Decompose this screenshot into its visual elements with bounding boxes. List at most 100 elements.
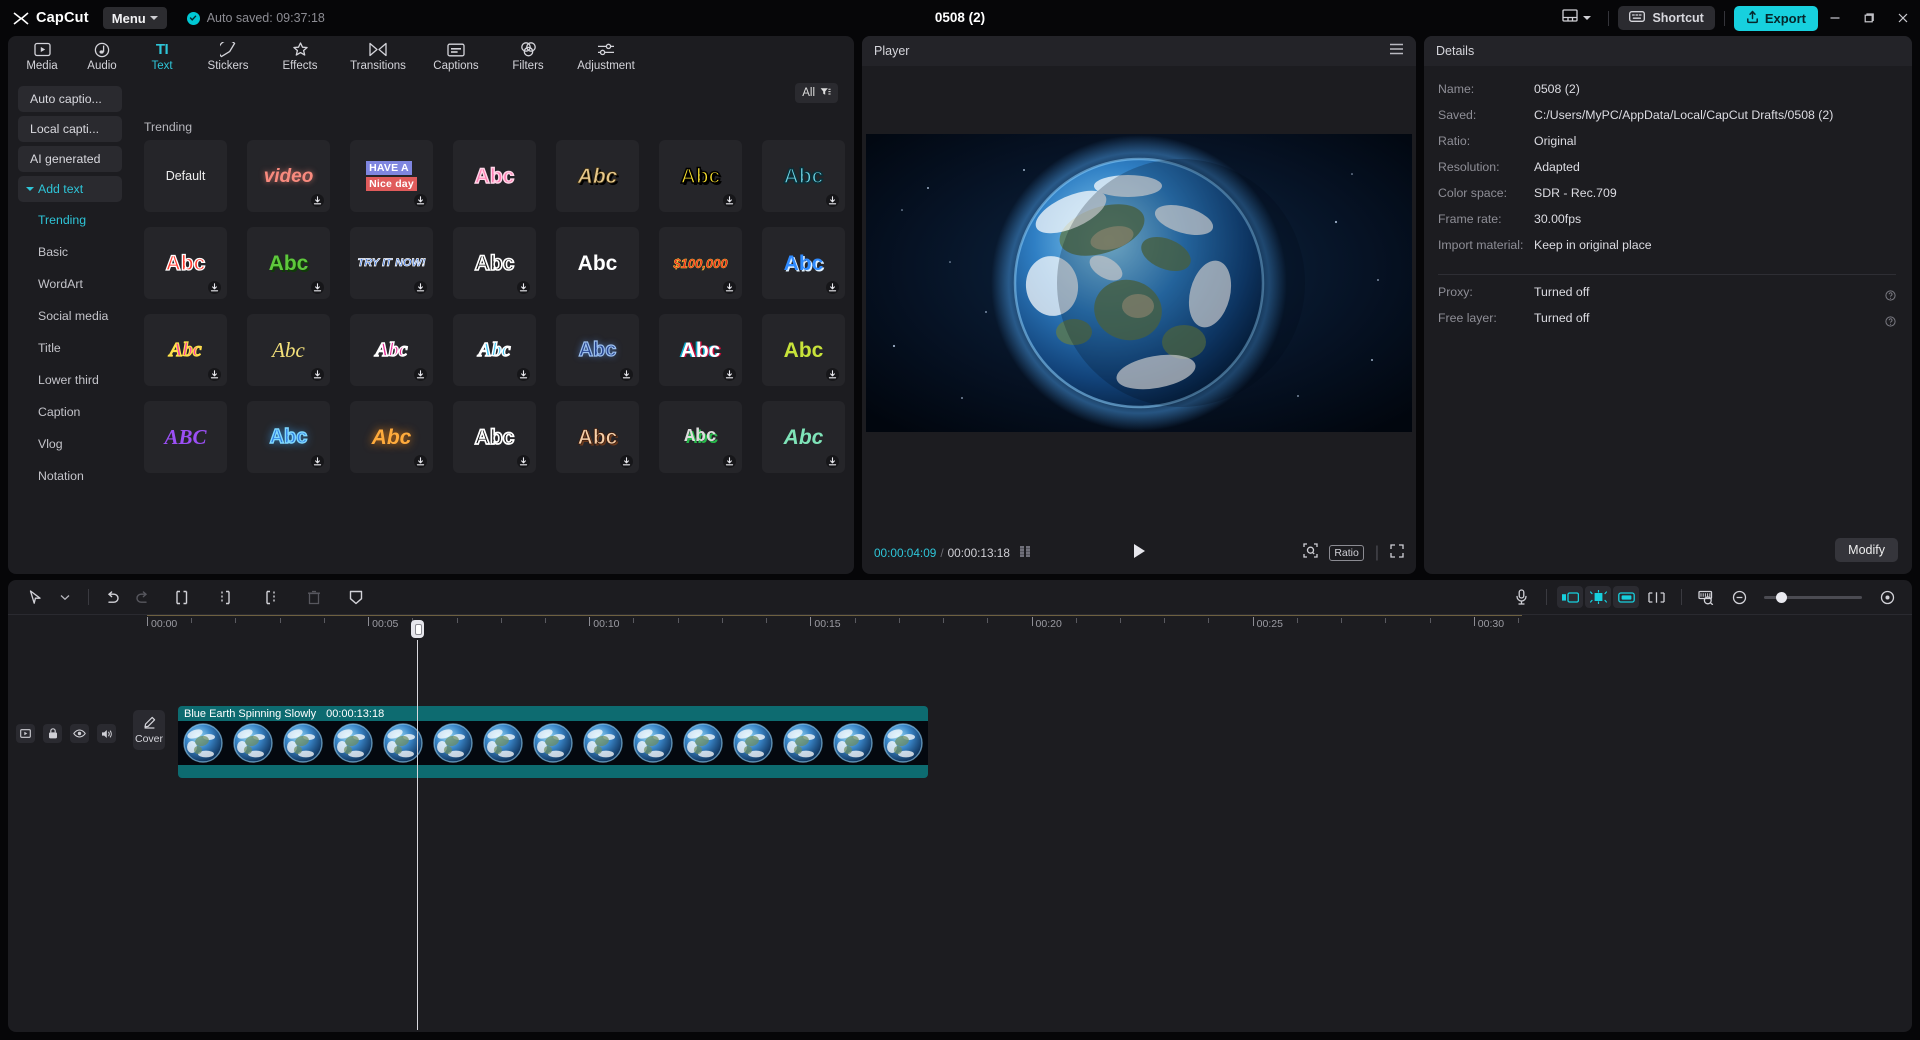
text-template-cell[interactable]: Abc bbox=[350, 314, 433, 386]
text-template-cell[interactable]: Abc bbox=[247, 314, 330, 386]
adjust-gap-button[interactable] bbox=[1641, 584, 1671, 610]
download-icon[interactable] bbox=[414, 455, 427, 468]
fullscreen-icon[interactable] bbox=[1390, 543, 1404, 563]
export-button[interactable]: Export bbox=[1733, 5, 1818, 31]
play-button[interactable] bbox=[1132, 543, 1146, 564]
track-type-icon[interactable] bbox=[16, 724, 35, 743]
text-template-cell[interactable]: Abc bbox=[762, 140, 845, 212]
download-icon[interactable] bbox=[311, 194, 324, 207]
record-voiceover-button[interactable] bbox=[1506, 584, 1536, 610]
sidebar-item-caption[interactable]: Caption bbox=[18, 398, 122, 426]
tab-audio[interactable]: Audio bbox=[72, 40, 132, 72]
menu-button[interactable]: Menu bbox=[102, 7, 167, 29]
text-template-cell[interactable]: ABC bbox=[144, 401, 227, 473]
text-template-cell[interactable]: Abc bbox=[350, 401, 433, 473]
text-template-cell[interactable]: Abc bbox=[556, 401, 639, 473]
download-icon[interactable] bbox=[723, 455, 736, 468]
download-icon[interactable] bbox=[723, 368, 736, 381]
sidebar-button-ai-generated[interactable]: AI generated bbox=[18, 146, 122, 172]
download-icon[interactable] bbox=[723, 194, 736, 207]
snap-left-button[interactable] bbox=[1557, 586, 1583, 608]
text-template-cell[interactable]: Abc bbox=[144, 314, 227, 386]
crop-icon[interactable] bbox=[1303, 543, 1318, 563]
layout-button[interactable] bbox=[1554, 9, 1599, 27]
playhead[interactable] bbox=[417, 640, 418, 1030]
text-template-cell[interactable]: Abc bbox=[659, 401, 742, 473]
text-template-cell[interactable]: Default bbox=[144, 140, 227, 212]
download-icon[interactable] bbox=[517, 455, 530, 468]
zoom-slider[interactable] bbox=[1764, 591, 1862, 603]
download-icon[interactable] bbox=[517, 368, 530, 381]
sidebar-item-wordart[interactable]: WordArt bbox=[18, 270, 122, 298]
lock-icon[interactable] bbox=[43, 724, 62, 743]
help-icon[interactable] bbox=[1885, 288, 1896, 306]
text-template-cell[interactable]: TRY IT NOW! bbox=[350, 227, 433, 299]
text-template-cell[interactable]: Abc bbox=[762, 314, 845, 386]
sidebar-item-trending[interactable]: Trending bbox=[18, 206, 122, 234]
download-icon[interactable] bbox=[826, 455, 839, 468]
text-template-cell[interactable]: Abc bbox=[247, 401, 330, 473]
tab-stickers[interactable]: Stickers bbox=[192, 40, 264, 72]
trim-left-button[interactable] bbox=[211, 584, 241, 610]
download-icon[interactable] bbox=[723, 281, 736, 294]
text-template-cell[interactable]: Abc bbox=[453, 140, 536, 212]
text-template-cell[interactable]: Abc bbox=[762, 401, 845, 473]
cover-button[interactable]: Cover bbox=[133, 710, 165, 750]
ratio-button[interactable]: Ratio bbox=[1329, 545, 1364, 561]
magnet-snap-button[interactable] bbox=[1585, 586, 1611, 608]
minimize-button[interactable] bbox=[1818, 0, 1852, 36]
download-icon[interactable] bbox=[620, 368, 633, 381]
download-icon[interactable] bbox=[517, 281, 530, 294]
tab-transitions[interactable]: Transitions bbox=[336, 40, 420, 72]
tab-filters[interactable]: Filters bbox=[492, 40, 564, 72]
timeline-clip[interactable]: Blue Earth Spinning Slowly 00:00:13:18 bbox=[178, 706, 928, 778]
sidebar-item-lower-third[interactable]: Lower third bbox=[18, 366, 122, 394]
sidebar-button-local-capti[interactable]: Local capti... bbox=[18, 116, 122, 142]
text-template-cell[interactable]: Abc bbox=[762, 227, 845, 299]
tab-text[interactable]: TI Text bbox=[132, 40, 192, 72]
sidebar-item-basic[interactable]: Basic bbox=[18, 238, 122, 266]
tab-effects[interactable]: Effects bbox=[264, 40, 336, 72]
text-template-cell[interactable]: Abc bbox=[556, 314, 639, 386]
sidebar-item-vlog[interactable]: Vlog bbox=[18, 430, 122, 458]
text-template-cell[interactable]: HAVE A Nice day bbox=[350, 140, 433, 212]
download-icon[interactable] bbox=[620, 455, 633, 468]
timeline-ruler[interactable]: 00:00 00:05 00:10 00:15 00:20 00:25 00:30 bbox=[8, 614, 1912, 640]
frames-icon[interactable] bbox=[1019, 544, 1036, 562]
playhead-handle[interactable] bbox=[411, 620, 424, 638]
sidebar-button-auto-captio[interactable]: Auto captio... bbox=[18, 86, 122, 112]
preview-thumbnails-button[interactable] bbox=[1692, 584, 1722, 610]
text-template-cell[interactable]: Abc bbox=[247, 227, 330, 299]
download-icon[interactable] bbox=[311, 281, 324, 294]
text-template-cell[interactable]: Abc bbox=[659, 140, 742, 212]
shortcut-button[interactable]: Shortcut bbox=[1618, 6, 1715, 30]
zoom-slider-knob[interactable] bbox=[1776, 591, 1787, 603]
text-template-cell[interactable]: video bbox=[247, 140, 330, 212]
download-icon[interactable] bbox=[826, 194, 839, 207]
text-template-cell[interactable]: Abc bbox=[453, 401, 536, 473]
trim-right-button[interactable] bbox=[255, 584, 285, 610]
fit-timeline-button[interactable] bbox=[1872, 584, 1902, 610]
select-tool-dropdown[interactable] bbox=[50, 584, 80, 610]
hamburger-icon[interactable] bbox=[1389, 42, 1404, 60]
tab-media[interactable]: Media bbox=[12, 40, 72, 72]
text-template-cell[interactable]: Abc bbox=[453, 314, 536, 386]
maximize-button[interactable] bbox=[1852, 0, 1886, 36]
text-template-cell[interactable]: Abc bbox=[453, 227, 536, 299]
close-button[interactable] bbox=[1886, 0, 1920, 36]
delete-button[interactable] bbox=[299, 584, 329, 610]
download-icon[interactable] bbox=[208, 368, 221, 381]
zoom-out-button[interactable] bbox=[1724, 584, 1754, 610]
select-tool[interactable] bbox=[20, 584, 50, 610]
split-button[interactable] bbox=[167, 584, 197, 610]
sidebar-item-social-media[interactable]: Social media bbox=[18, 302, 122, 330]
download-icon[interactable] bbox=[826, 281, 839, 294]
volume-icon[interactable] bbox=[97, 724, 116, 743]
download-icon[interactable] bbox=[414, 281, 427, 294]
help-icon[interactable] bbox=[1885, 314, 1896, 332]
redo-button[interactable] bbox=[127, 584, 157, 610]
undo-button[interactable] bbox=[97, 584, 127, 610]
link-clip-button[interactable] bbox=[1613, 586, 1639, 608]
sidebar-item-notation[interactable]: Notation bbox=[18, 462, 122, 490]
text-template-cell[interactable]: Abc bbox=[144, 227, 227, 299]
